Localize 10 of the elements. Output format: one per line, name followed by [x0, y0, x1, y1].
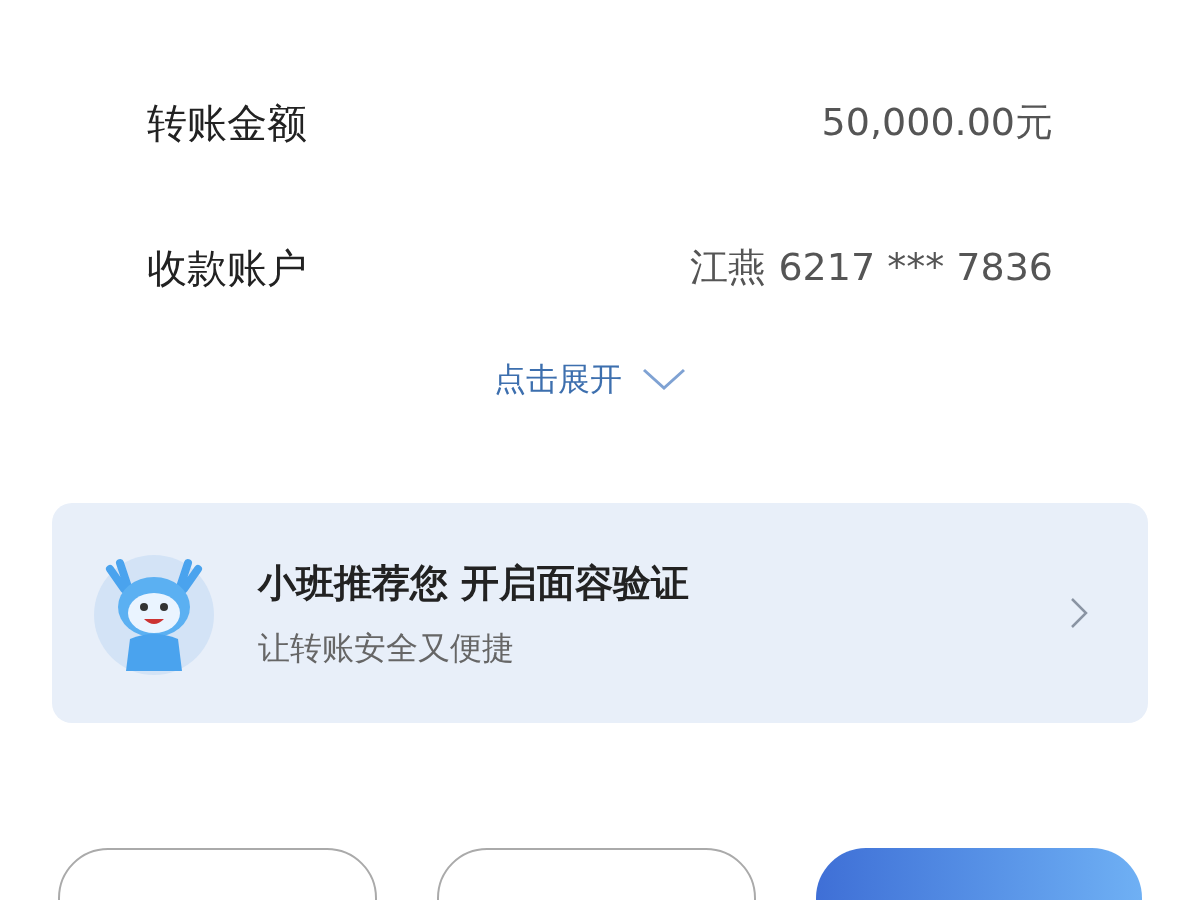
promo-card[interactable]: 小班推荐您 开启面容验证 让转账安全又便捷 [52, 503, 1148, 723]
detail-label: 收款账户 [147, 243, 307, 293]
detail-value: 50,000.00元 [821, 99, 1053, 146]
detail-value: 江燕 6217 *** 7836 [690, 244, 1053, 291]
detail-label: 转账金额 [147, 98, 307, 148]
promo-subtitle: 让转账安全又便捷 [258, 627, 515, 669]
promo-title: 小班推荐您 开启面容验证 [258, 559, 691, 607]
chevron-right-icon [1070, 597, 1088, 629]
expand-link[interactable]: 点击展开 [494, 355, 686, 403]
chevron-down-icon [642, 367, 686, 391]
